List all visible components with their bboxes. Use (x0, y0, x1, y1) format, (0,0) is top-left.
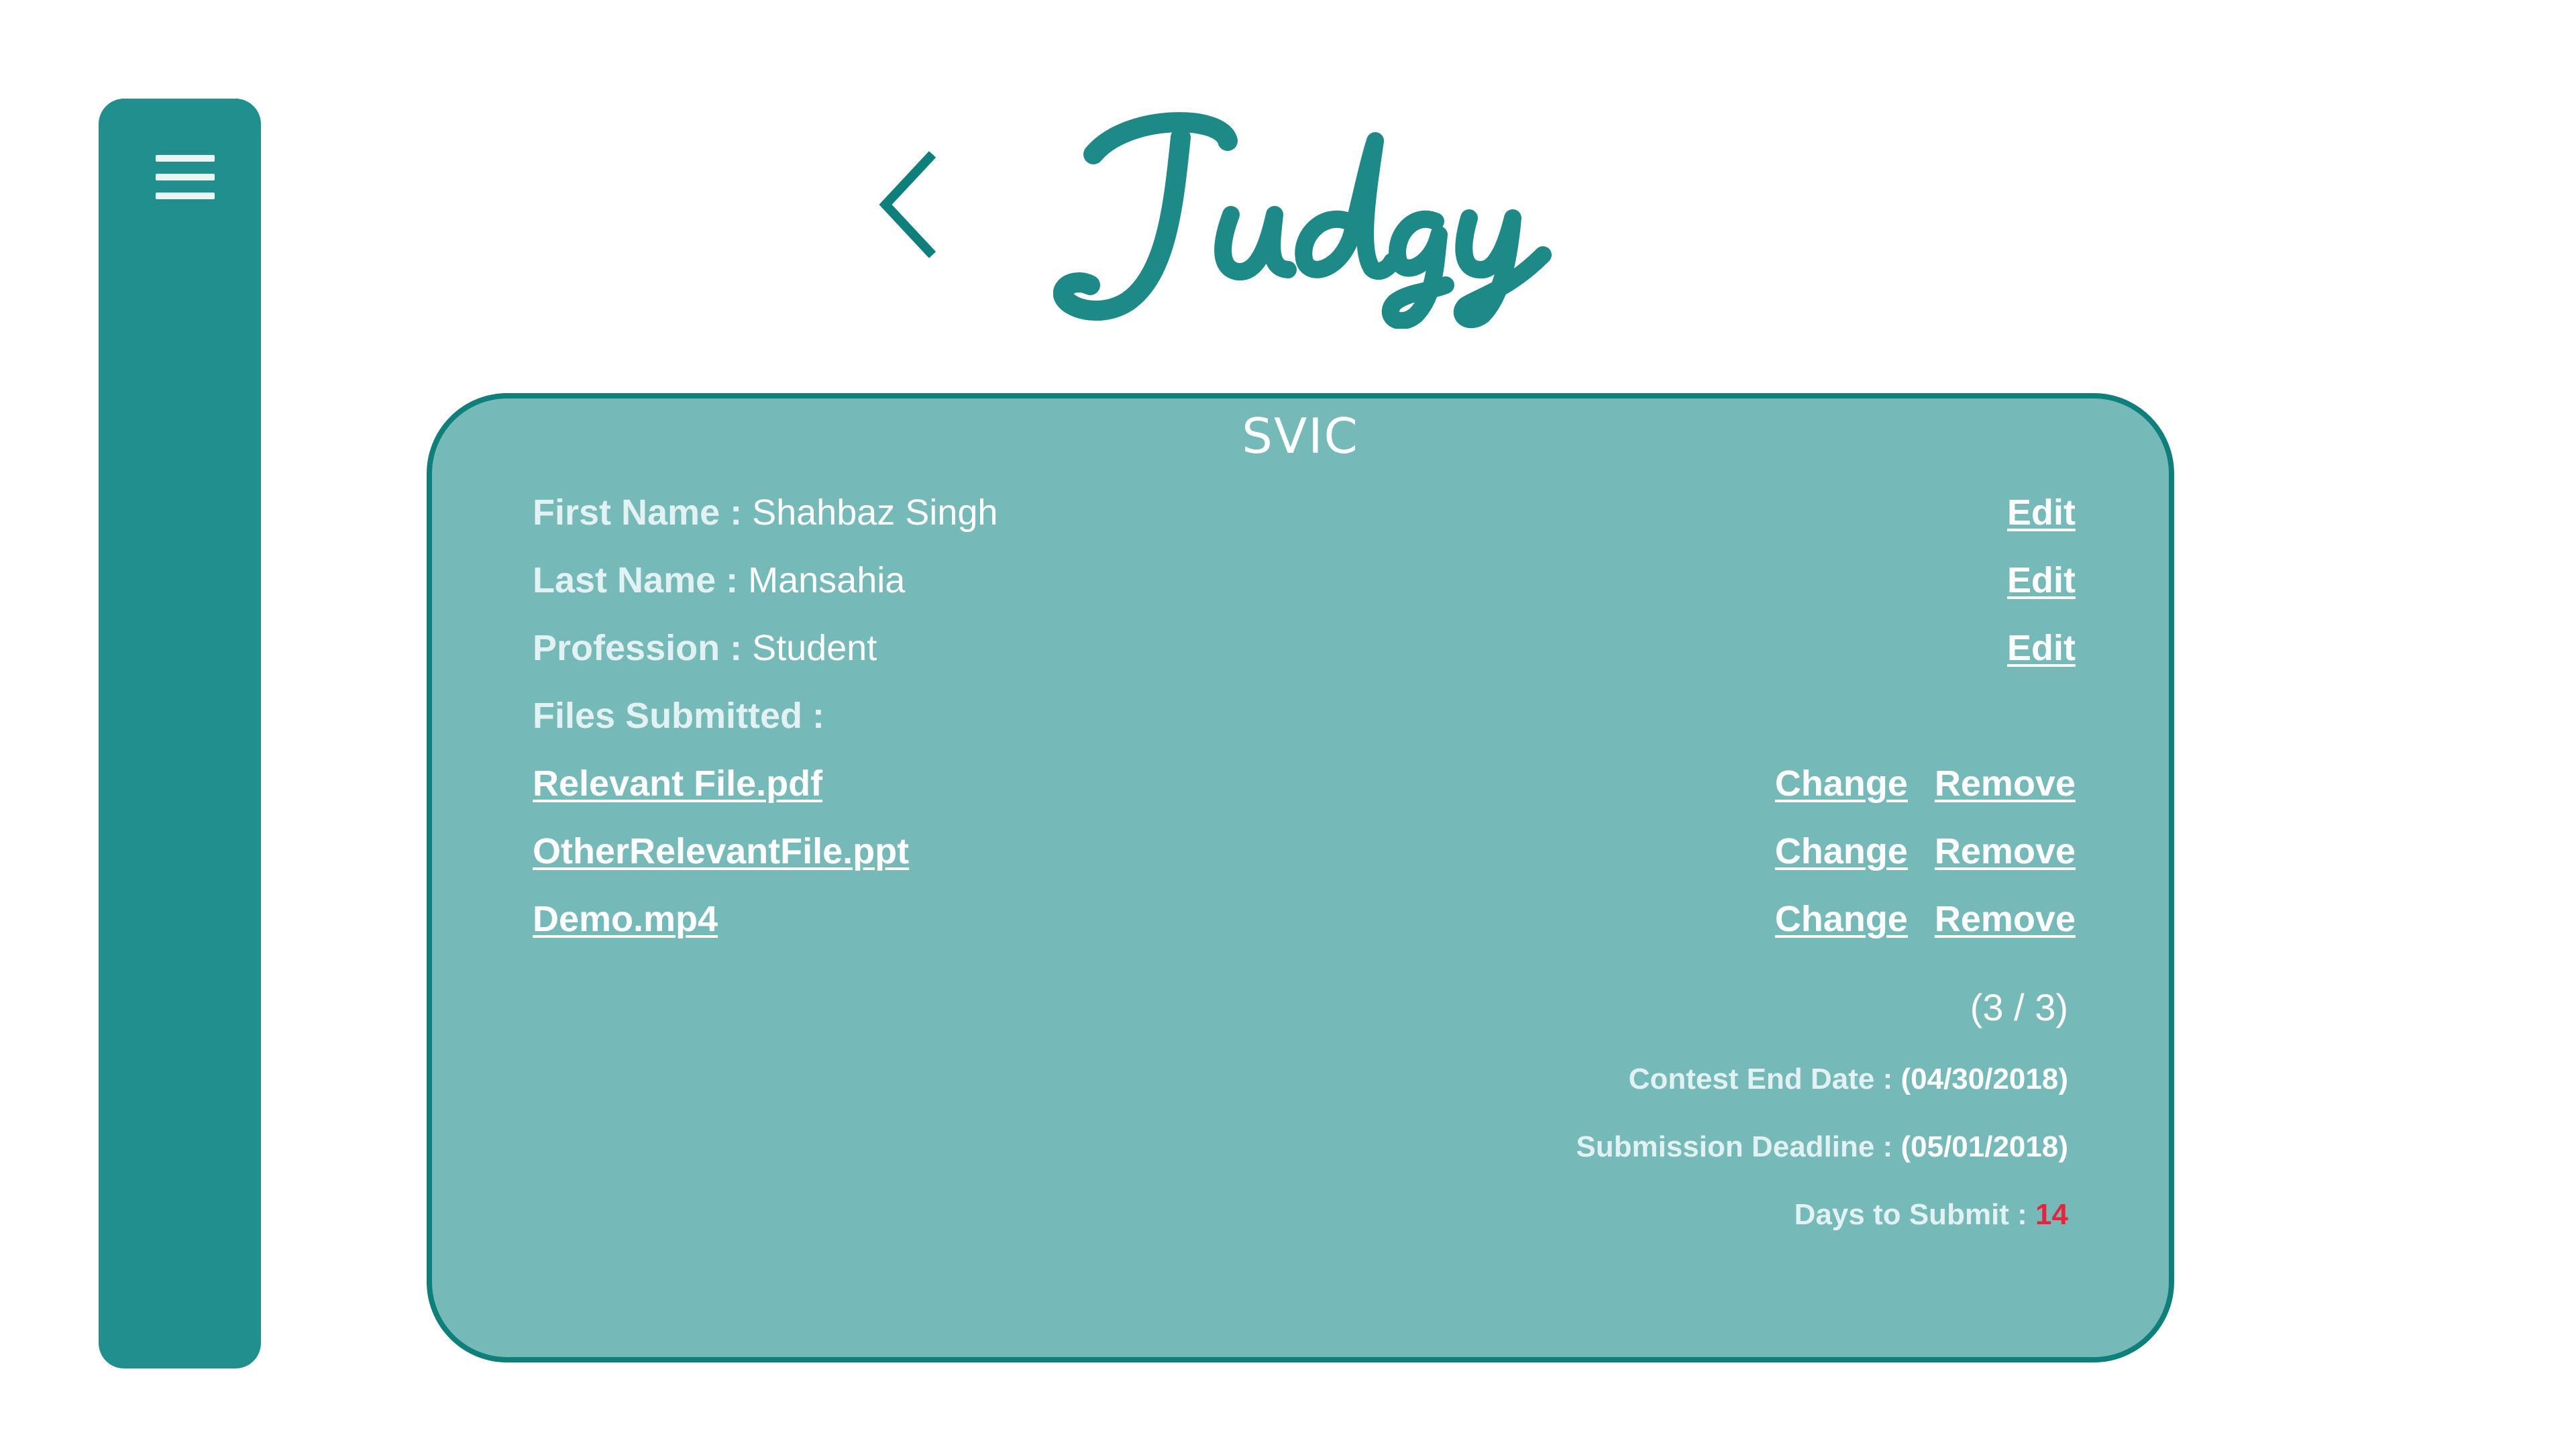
last-name-value: Mansahia (748, 560, 906, 600)
edit-last-name-link[interactable]: Edit (2007, 560, 2076, 600)
submission-deadline: Submission Deadline : (05/01/2018) (1576, 1130, 2068, 1164)
file-link-pdf[interactable]: Relevant File.pdf (533, 763, 822, 804)
file-link-mp4[interactable]: Demo.mp4 (533, 899, 718, 939)
deadline-value: (05/01/2018) (1900, 1130, 2068, 1163)
chevron-left-icon[interactable] (872, 148, 946, 262)
contest-end-date: Contest End Date : (04/30/2018) (1629, 1063, 2068, 1096)
profession-row: Profession : Student Edit (533, 621, 2076, 675)
first-name-label: First Name : (533, 492, 753, 533)
first-name-value: Shahbaz Singh (752, 492, 998, 533)
contest-end-value: (04/30/2018) (1900, 1063, 2068, 1095)
remove-file-button[interactable]: Remove (1935, 763, 2076, 804)
file-row: Demo.mp4 Change Remove (533, 892, 2076, 946)
files-submitted-row: Files Submitted : (533, 689, 2076, 743)
files-submitted-label: Files Submitted : (533, 696, 825, 736)
days-value: 14 (2035, 1198, 2068, 1231)
change-file-button[interactable]: Change (1775, 831, 1908, 871)
days-label: Days to Submit : (1794, 1198, 2036, 1231)
sidebar (99, 99, 261, 1368)
remove-file-button[interactable]: Remove (1935, 899, 2076, 939)
edit-profession-link[interactable]: Edit (2007, 628, 2076, 668)
change-file-button[interactable]: Change (1775, 899, 1908, 939)
file-row: Relevant File.pdf Change Remove (533, 757, 2076, 810)
contest-submission-card: SVIC First Name : Shahbaz Singh Edit Las… (427, 393, 2174, 1362)
contest-end-label: Contest End Date : (1628, 1063, 1901, 1095)
file-link-ppt[interactable]: OtherRelevantFile.ppt (533, 831, 909, 871)
profession-value: Student (752, 628, 877, 668)
hamburger-menu-icon[interactable] (156, 150, 215, 203)
last-name-label: Last Name : (533, 560, 749, 600)
edit-first-name-link[interactable]: Edit (2007, 492, 2076, 533)
deadline-label: Submission Deadline : (1576, 1130, 1901, 1163)
remove-file-button[interactable]: Remove (1935, 831, 2076, 871)
page: SVIC First Name : Shahbaz Singh Edit Las… (0, 0, 2576, 1449)
profession-label: Profession : (533, 628, 753, 668)
days-to-submit: Days to Submit : 14 (1794, 1198, 2068, 1232)
first-name-row: First Name : Shahbaz Singh Edit (533, 486, 2076, 539)
last-name-row: Last Name : Mansahia Edit (533, 553, 2076, 607)
file-count: (3 / 3) (1970, 986, 2068, 1028)
app-logo (1053, 101, 1576, 330)
contest-title: SVIC (1242, 408, 1359, 464)
file-row: OtherRelevantFile.ppt Change Remove (533, 824, 2076, 878)
change-file-button[interactable]: Change (1775, 763, 1908, 804)
